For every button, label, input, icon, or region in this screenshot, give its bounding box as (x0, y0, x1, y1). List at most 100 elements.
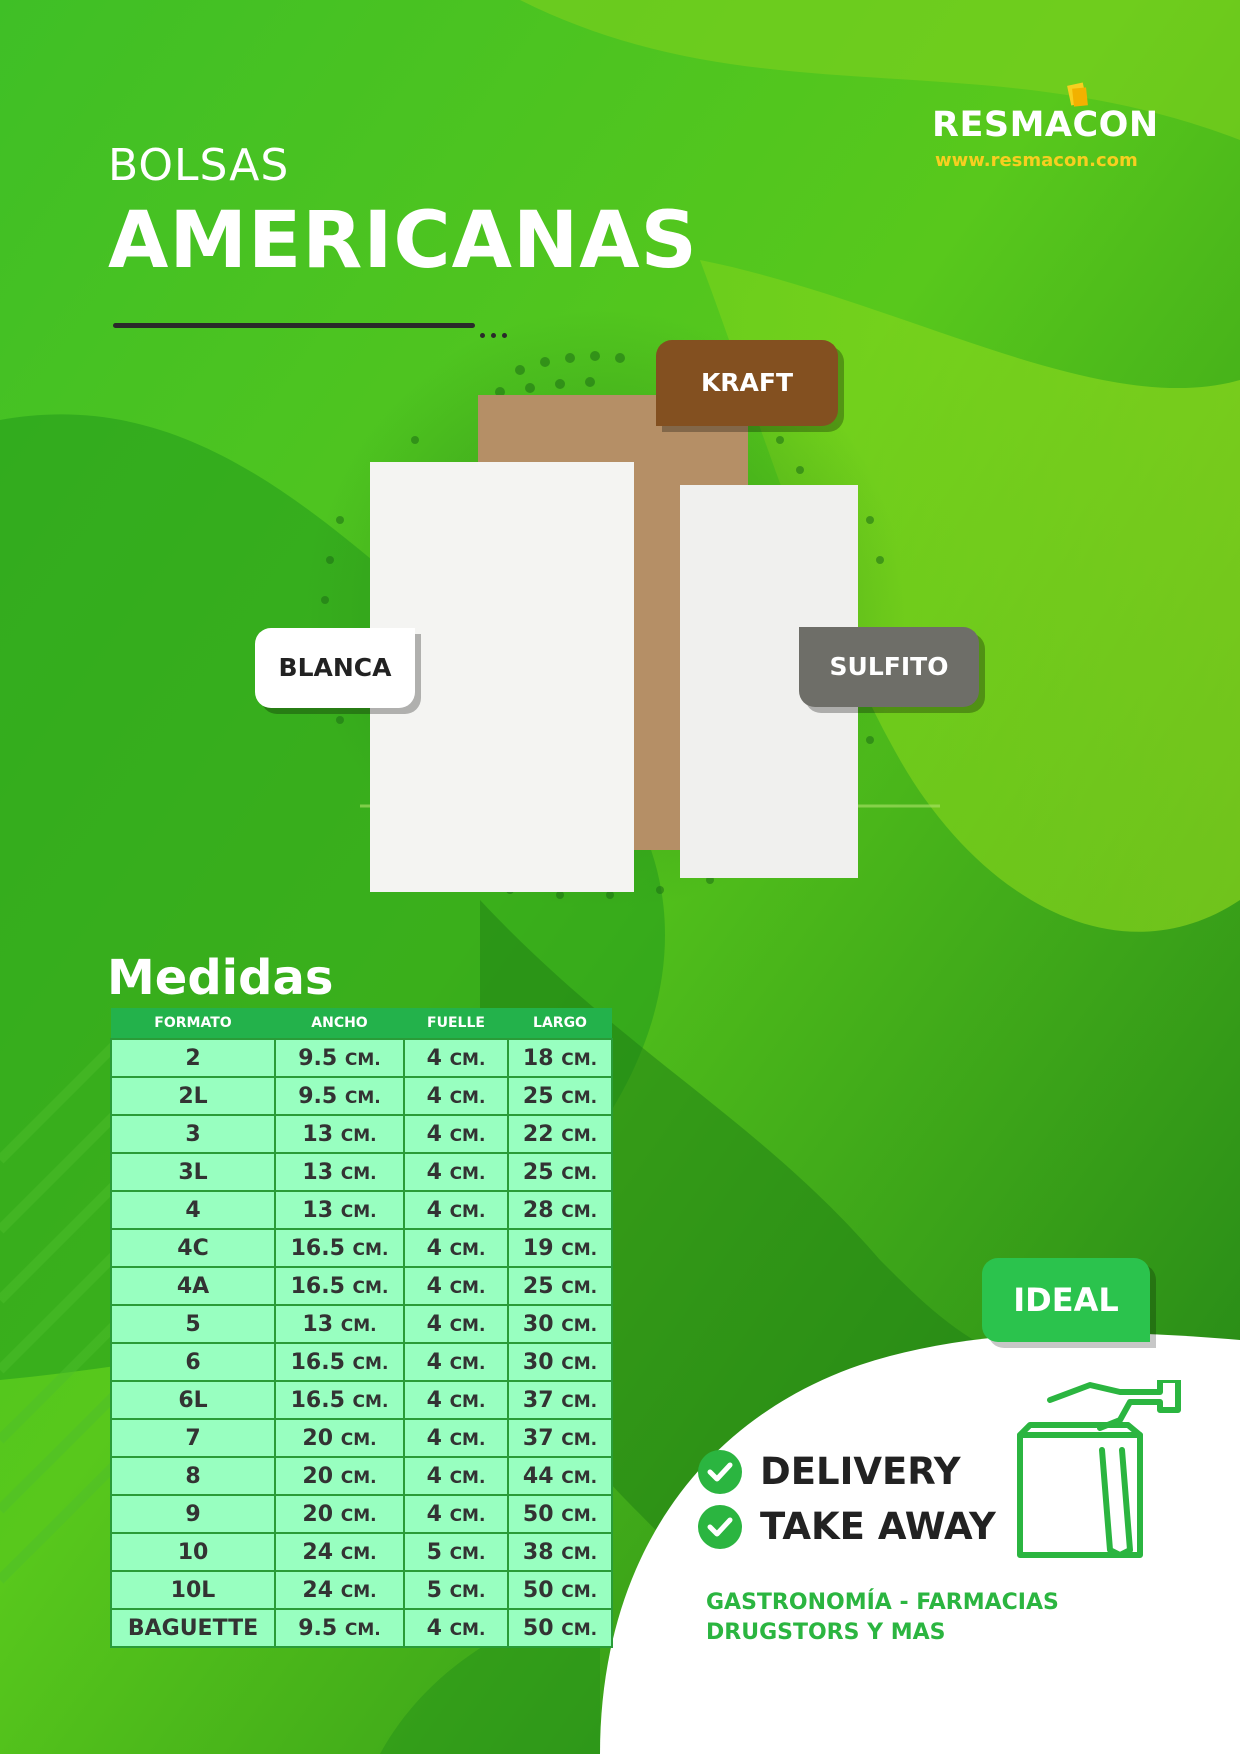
table-row: 10L 24 CM. 5 CM. 50 CM. (110, 1570, 613, 1610)
table-row: BAGUETTE 9.5 CM. 4 CM. 50 CM. (110, 1608, 613, 1648)
header-largo: LARGO (508, 1008, 612, 1039)
cell-largo: 37 CM. (507, 1380, 613, 1420)
cell-ancho: 16.5 CM. (274, 1380, 405, 1420)
cell-formato: 8 (110, 1456, 276, 1496)
cell-ancho: 16.5 CM. (274, 1228, 405, 1268)
bag-handover-icon (1010, 1377, 1185, 1569)
ideal-tag: IDEAL (982, 1258, 1150, 1342)
cell-fuelle: 4 CM. (403, 1342, 509, 1382)
cell-largo: 22 CM. (507, 1114, 613, 1154)
cell-fuelle: 4 CM. (403, 1380, 509, 1420)
cell-ancho: 13 CM. (274, 1304, 405, 1344)
cell-largo: 18 CM. (507, 1038, 613, 1078)
title-small: BOLSAS (108, 140, 290, 191)
medidas-title: Medidas (107, 950, 334, 1006)
header-formato: FORMATO (111, 1008, 275, 1039)
check-icon (698, 1450, 742, 1494)
check-icon (698, 1505, 742, 1549)
cell-formato: 7 (110, 1418, 276, 1458)
cell-fuelle: 4 CM. (403, 1114, 509, 1154)
cell-fuelle: 5 CM. (403, 1570, 509, 1610)
cell-ancho: 20 CM. (274, 1494, 405, 1534)
cell-ancho: 16.5 CM. (274, 1266, 405, 1306)
cell-formato: 10L (110, 1570, 276, 1610)
cell-formato: BAGUETTE (110, 1608, 276, 1648)
cell-formato: 2 (110, 1038, 276, 1078)
cell-formato: 3 (110, 1114, 276, 1154)
title-underline (113, 323, 475, 328)
cell-formato: 4A (110, 1266, 276, 1306)
table-row: 8 20 CM. 4 CM. 44 CM. (110, 1456, 613, 1496)
cell-largo: 30 CM. (507, 1342, 613, 1382)
cell-largo: 25 CM. (507, 1076, 613, 1116)
cell-ancho: 9.5 CM. (274, 1608, 405, 1648)
table-row: 5 13 CM. 4 CM. 30 CM. (110, 1304, 613, 1344)
table-row: 4A 16.5 CM. 4 CM. 25 CM. (110, 1266, 613, 1306)
cell-largo: 28 CM. (507, 1190, 613, 1230)
cell-ancho: 13 CM. (274, 1190, 405, 1230)
cell-fuelle: 4 CM. (403, 1304, 509, 1344)
cell-fuelle: 4 CM. (403, 1038, 509, 1078)
cell-fuelle: 4 CM. (403, 1456, 509, 1496)
cell-ancho: 24 CM. (274, 1570, 405, 1610)
uses-line-1: GASTRONOMÍA - FARMACIAS (706, 1590, 1059, 1615)
cell-largo: 30 CM. (507, 1304, 613, 1344)
table-row: 2L 9.5 CM. 4 CM. 25 CM. (110, 1076, 613, 1116)
cell-ancho: 20 CM. (274, 1418, 405, 1458)
cell-fuelle: 4 CM. (403, 1076, 509, 1116)
cell-fuelle: 4 CM. (403, 1418, 509, 1458)
cell-formato: 4C (110, 1228, 276, 1268)
table-row: 4 13 CM. 4 CM. 28 CM. (110, 1190, 613, 1230)
cell-largo: 50 CM. (507, 1608, 613, 1648)
brand-name: RESMACON (932, 105, 1159, 145)
cell-ancho: 24 CM. (274, 1532, 405, 1572)
header-fuelle: FUELLE (404, 1008, 508, 1039)
table-row: 4C 16.5 CM. 4 CM. 19 CM. (110, 1228, 613, 1268)
cell-fuelle: 4 CM. (403, 1266, 509, 1306)
cell-ancho: 13 CM. (274, 1114, 405, 1154)
table-row: 10 24 CM. 5 CM. 38 CM. (110, 1532, 613, 1572)
tag-sulfito: SULFITO (799, 627, 979, 707)
cell-formato: 2L (110, 1076, 276, 1116)
table-row: 6 16.5 CM. 4 CM. 30 CM. (110, 1342, 613, 1382)
cell-largo: 19 CM. (507, 1228, 613, 1268)
cell-largo: 25 CM. (507, 1266, 613, 1306)
option-take-away: TAKE AWAY (760, 1505, 996, 1548)
table-row: 3L 13 CM. 4 CM. 25 CM. (110, 1152, 613, 1192)
cell-formato: 6 (110, 1342, 276, 1382)
table-row: 2 9.5 CM. 4 CM. 18 CM. (110, 1038, 613, 1078)
cell-formato: 4 (110, 1190, 276, 1230)
title-big: AMERICANAS (108, 196, 698, 286)
cell-ancho: 20 CM. (274, 1456, 405, 1496)
cell-fuelle: 4 CM. (403, 1152, 509, 1192)
cell-formato: 3L (110, 1152, 276, 1192)
table-row: 7 20 CM. 4 CM. 37 CM. (110, 1418, 613, 1458)
cell-fuelle: 4 CM. (403, 1190, 509, 1230)
tag-kraft: KRAFT (656, 340, 838, 426)
cell-fuelle: 4 CM. (403, 1494, 509, 1534)
cell-ancho: 9.5 CM. (274, 1038, 405, 1078)
cell-formato: 6L (110, 1380, 276, 1420)
brand-url[interactable]: www.resmacon.com (935, 150, 1138, 171)
cell-largo: 50 CM. (507, 1570, 613, 1610)
table-row: 6L 16.5 CM. 4 CM. 37 CM. (110, 1380, 613, 1420)
cell-formato: 9 (110, 1494, 276, 1534)
tag-blanca: BLANCA (255, 628, 415, 708)
cell-largo: 37 CM. (507, 1418, 613, 1458)
cell-largo: 25 CM. (507, 1152, 613, 1192)
cell-ancho: 13 CM. (274, 1152, 405, 1192)
cell-largo: 44 CM. (507, 1456, 613, 1496)
cell-ancho: 9.5 CM. (274, 1076, 405, 1116)
sizes-table: FORMATO ANCHO FUELLE LARGO 2 9.5 CM. 4 CM.… (110, 1008, 613, 1648)
cell-formato: 5 (110, 1304, 276, 1344)
option-delivery: DELIVERY (760, 1450, 961, 1493)
cell-largo: 38 CM. (507, 1532, 613, 1572)
cell-fuelle: 4 CM. (403, 1228, 509, 1268)
header-ancho: ANCHO (275, 1008, 404, 1039)
table-header-row: FORMATO ANCHO FUELLE LARGO (111, 1008, 612, 1039)
table-row: 9 20 CM. 4 CM. 50 CM. (110, 1494, 613, 1534)
uses-line-2: DRUGSTORS Y MAS (706, 1620, 946, 1645)
table-row: 3 13 CM. 4 CM. 22 CM. (110, 1114, 613, 1154)
cell-fuelle: 4 CM. (403, 1608, 509, 1648)
cell-fuelle: 5 CM. (403, 1532, 509, 1572)
